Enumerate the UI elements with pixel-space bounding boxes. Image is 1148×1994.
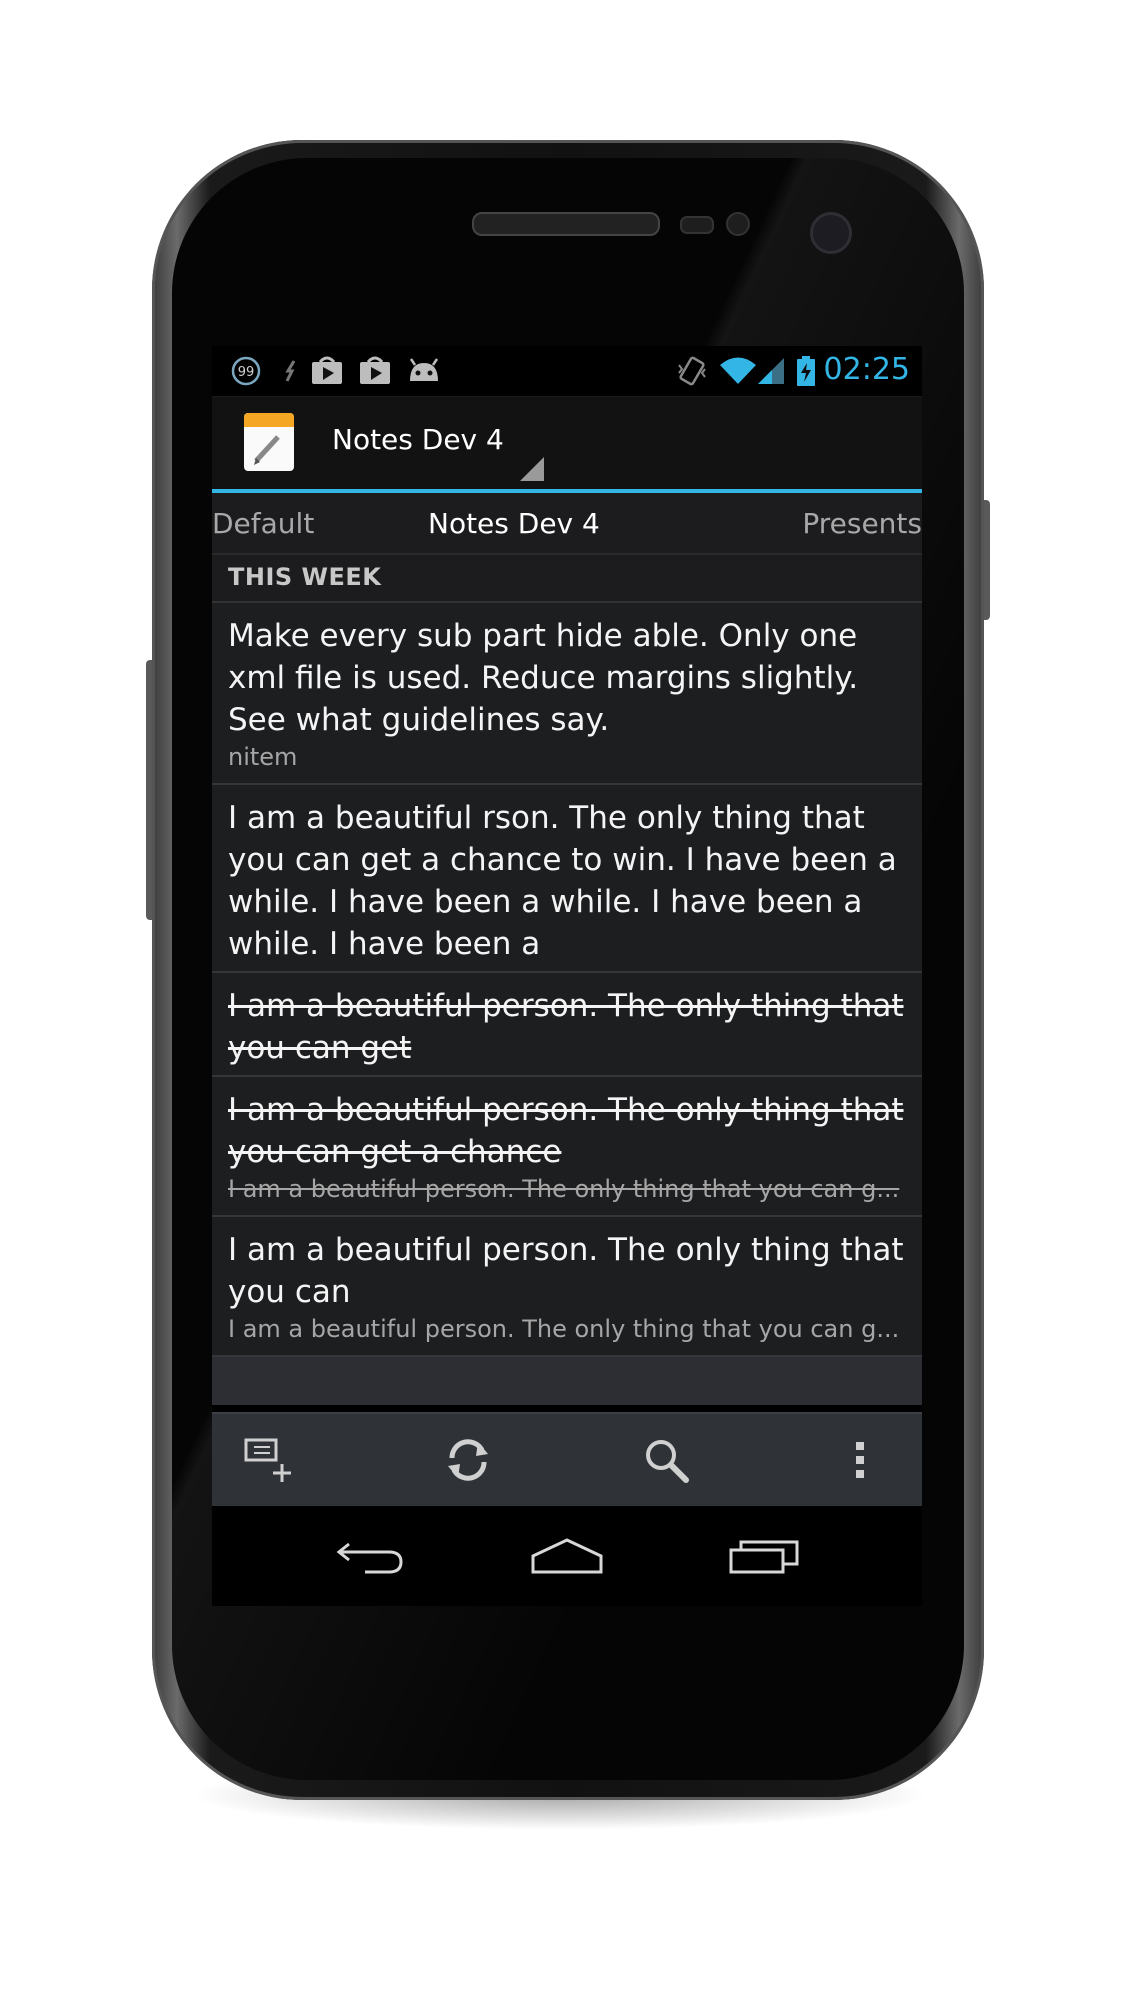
android-icon — [406, 356, 442, 386]
list-empty-space — [212, 1357, 922, 1405]
new-note-icon[interactable] — [240, 1430, 300, 1490]
search-icon[interactable] — [636, 1430, 696, 1490]
list-item[interactable]: I am a beautiful person. The only thing … — [212, 973, 922, 1077]
list-item[interactable]: I am a beautiful person. The only thing … — [212, 1217, 922, 1357]
note-title: I am a beautiful rson. The only thing th… — [228, 800, 897, 962]
light-sensor — [726, 212, 750, 236]
notification-count-text: 99 — [238, 365, 255, 380]
signal-icon — [756, 356, 786, 386]
bottom-action-bar — [212, 1412, 922, 1508]
notes-list: Make every sub part hide able. Only one … — [212, 603, 922, 1405]
navigation-bar — [212, 1506, 922, 1606]
battery-charging-icon — [796, 356, 816, 386]
status-clock: 02:25 — [823, 352, 910, 387]
section-header: THIS WEEK — [212, 555, 922, 603]
notes-app-icon[interactable] — [244, 413, 294, 471]
app-title[interactable]: Notes Dev 4 — [332, 423, 504, 456]
notification-count-icon: 99 — [230, 356, 262, 386]
recent-apps-icon[interactable] — [720, 1528, 810, 1584]
usb-icon — [280, 356, 302, 386]
status-bar: 99 02:25 — [212, 346, 922, 397]
note-subtitle: nitem — [228, 743, 298, 771]
tab-notes-dev-4[interactable]: Notes Dev 4 — [428, 507, 600, 540]
dropdown-caret-icon[interactable] — [520, 457, 544, 481]
play-store-icon — [310, 356, 344, 386]
note-title: I am a beautiful person. The only thing … — [228, 1092, 904, 1170]
vibrate-icon — [676, 356, 708, 386]
wifi-icon — [718, 356, 758, 386]
device-screen: 99 02:25 Notes Dev 4 Default Notes Dev 4… — [212, 346, 922, 1606]
front-camera — [810, 212, 852, 254]
back-icon[interactable] — [326, 1528, 416, 1584]
proximity-sensor — [680, 216, 714, 234]
home-icon[interactable] — [522, 1528, 612, 1584]
note-title: I am a beautiful person. The only thing … — [228, 988, 904, 1066]
sync-icon[interactable] — [438, 1430, 498, 1490]
earpiece-speaker — [472, 212, 660, 236]
note-subtitle: I am a beautiful person. The only thing … — [228, 1175, 900, 1203]
tab-default[interactable]: Default — [212, 507, 314, 540]
overflow-menu-icon[interactable] — [830, 1430, 890, 1490]
play-store-icon — [358, 356, 392, 386]
list-tabs: Default Notes Dev 4 Presents — [212, 493, 922, 555]
note-subtitle: I am a beautiful person. The only thing … — [228, 1315, 900, 1343]
note-title: I am a beautiful person. The only thing … — [228, 1232, 904, 1310]
list-item[interactable]: Make every sub part hide able. Only one … — [212, 603, 922, 785]
action-bar: Notes Dev 4 — [212, 397, 922, 493]
section-header-label: THIS WEEK — [228, 563, 382, 591]
tab-presents[interactable]: Presents — [802, 507, 922, 540]
note-title: Make every sub part hide able. Only one … — [228, 618, 859, 738]
list-item[interactable]: I am a beautiful person. The only thing … — [212, 1077, 922, 1217]
list-item[interactable]: I am a beautiful rson. The only thing th… — [212, 785, 922, 973]
